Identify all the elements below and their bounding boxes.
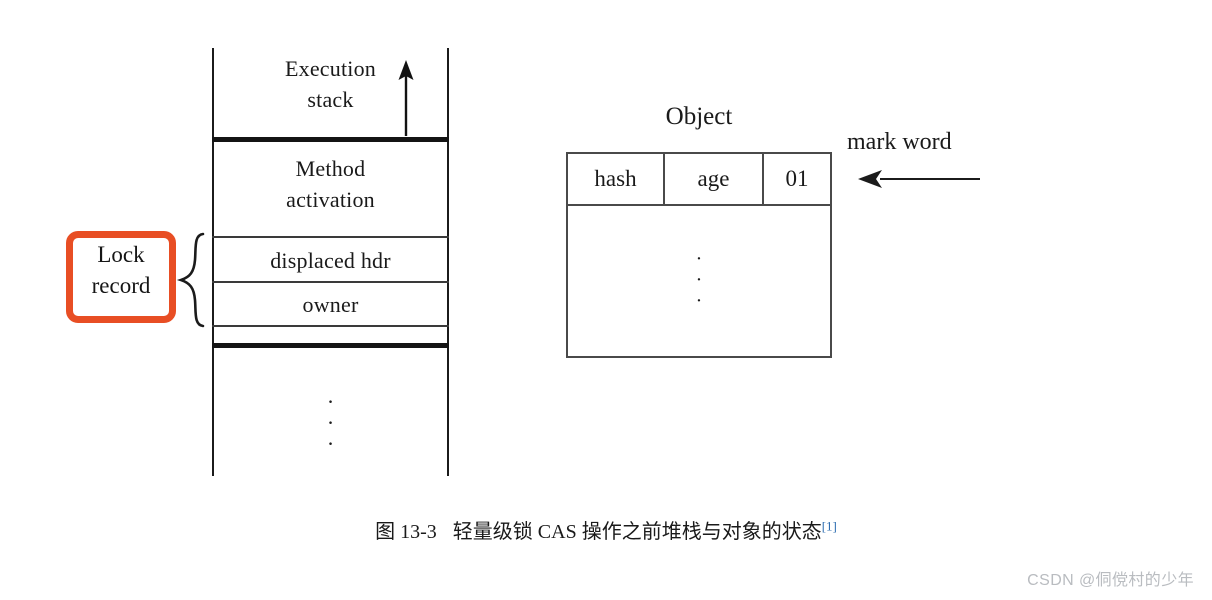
object-ellipsis-dot-3: · [695,290,703,312]
csdn-watermark: CSDN @侗傥村的少年 [1027,572,1194,589]
mark-word-label: mark word [847,129,952,155]
execution-stack-diagram: Execution stack Method activation displa… [212,48,449,476]
object-layout-box: hash age 01 · · · [566,152,832,358]
object-mark-word-cell-hash: hash [568,154,665,204]
stack-divider-execution-method [212,137,449,142]
stack-divider-displaced-owner [212,281,449,283]
object-body-ellipsis: · · · [568,249,830,312]
object-mark-word-cell-flag: 01 [785,166,809,191]
stack-frame-displaced-hdr-label: displaced hdr [270,248,391,273]
stack-ellipsis-dot-3: · [326,431,335,456]
figure-caption-number: 图 13-3 [375,521,437,543]
stack-divider-method-displaced [212,236,449,238]
figure-caption: 图 13-3 轻量级锁 CAS 操作之前堆栈与对象的状态[1] [0,515,1212,544]
mark-word-arrow-icon [858,168,980,190]
stack-divider-owner-empty [212,325,449,327]
stack-ellipsis-dot-2: · [326,410,335,435]
stack-ellipsis-dot-1: · [326,389,335,414]
object-ellipsis-dot-1: · [695,248,703,270]
stack-frame-owner-label: owner [302,292,359,317]
object-mark-word-cell-age: age [665,154,764,204]
lock-record-brace-icon [176,232,210,328]
lock-record-label-line1: Lock [97,242,145,267]
object-ellipsis-dot-2: · [695,269,703,291]
stack-vertical-ellipsis: · · · [212,389,449,456]
object-mark-word-row: hash age 01 [568,154,830,206]
lock-record-label-line2: record [91,272,151,298]
stack-divider-frame-bottom [212,343,449,348]
figure-caption-reference: [1] [821,518,837,534]
stack-growth-arrow-icon [394,60,418,136]
object-title: Object [665,103,733,130]
lock-record-label: Lock record [68,240,174,301]
figure-caption-text: 轻量级锁 CAS 操作之前堆栈与对象的状态 [452,521,822,543]
stack-frame-method-activation-line1: Method [295,156,366,181]
stack-frame-method-activation-line2: activation [286,187,375,212]
